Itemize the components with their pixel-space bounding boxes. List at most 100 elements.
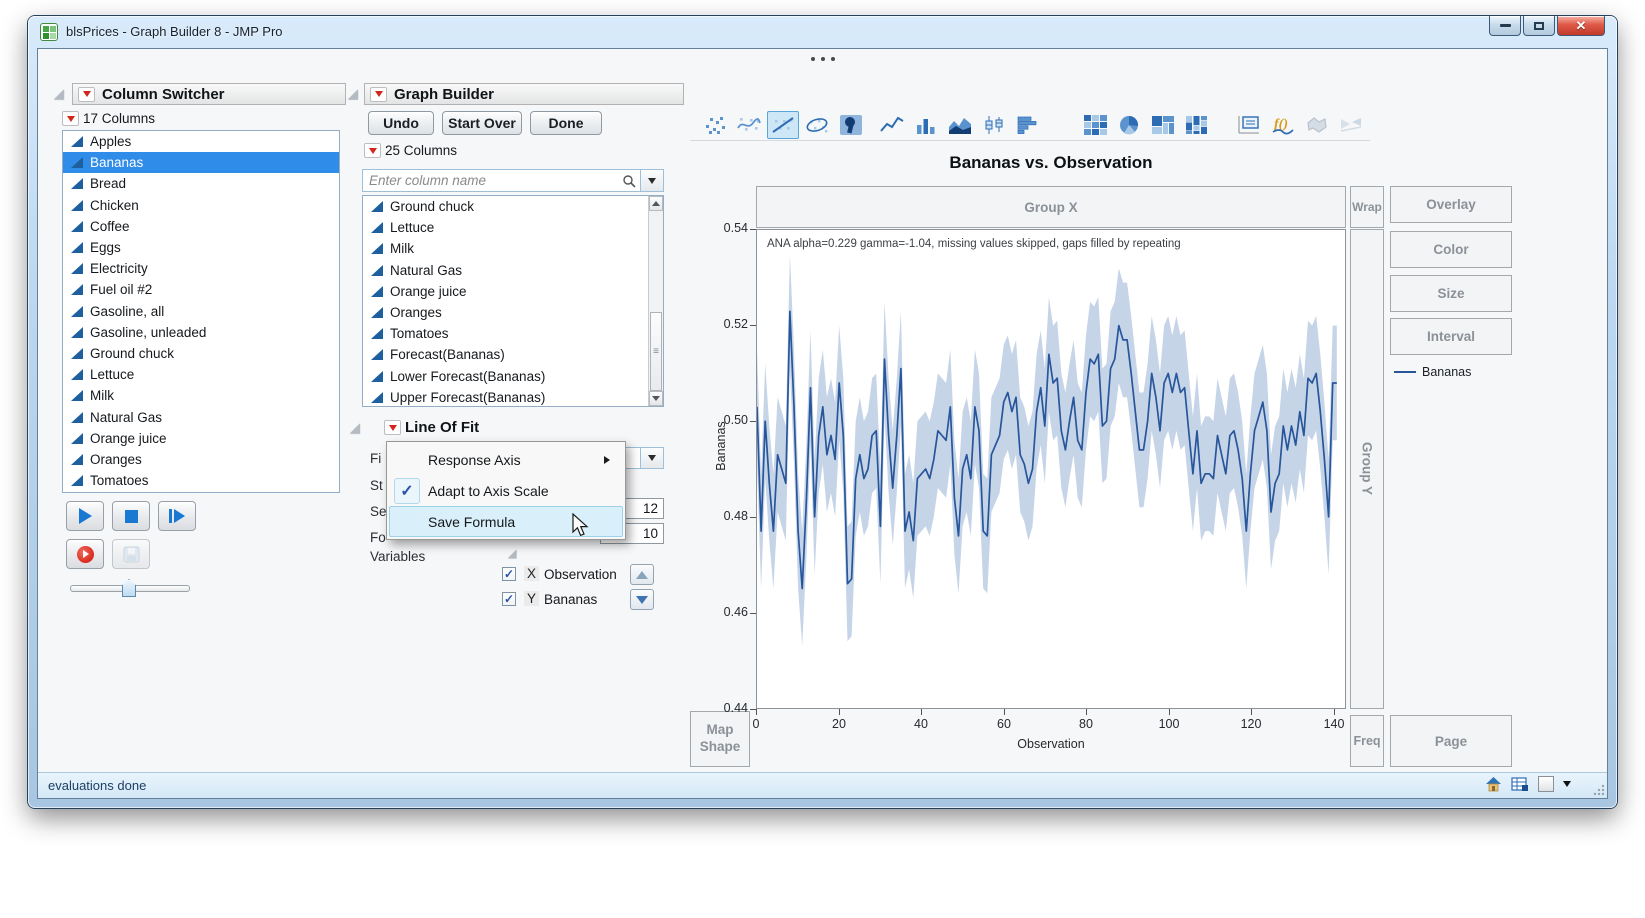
x-axis-tick-label[interactable]: 100 — [1159, 717, 1180, 731]
record-button[interactable] — [66, 539, 104, 569]
datatable-icon[interactable] — [1511, 777, 1529, 792]
list-item[interactable]: Natural Gas — [363, 260, 663, 281]
heatmap-icon[interactable] — [1079, 111, 1111, 139]
list-item[interactable]: Ground chuck — [63, 343, 339, 364]
step-button[interactable] — [158, 501, 196, 531]
status-dropdown-arrow[interactable] — [1563, 781, 1571, 787]
drop-zone-size[interactable]: Size — [1390, 275, 1512, 312]
drop-zone-interval[interactable]: Interval — [1390, 318, 1512, 355]
box-plot-icon[interactable] — [978, 111, 1010, 139]
drop-zone-color[interactable]: Color — [1390, 231, 1512, 268]
x-axis-tick-label[interactable]: 40 — [914, 717, 928, 731]
smoother-icon[interactable] — [733, 111, 765, 139]
x-axis-tick-label[interactable]: 140 — [1324, 717, 1345, 731]
line-icon[interactable] — [876, 111, 908, 139]
y-axis-tick-label[interactable]: 0.44 — [710, 701, 748, 715]
list-item[interactable]: Electricity — [63, 258, 339, 279]
list-item[interactable]: Ground chuck — [363, 196, 663, 217]
contour-icon[interactable] — [835, 111, 867, 139]
list-item[interactable]: Milk — [63, 385, 339, 406]
slider-thumb[interactable] — [122, 579, 136, 597]
start-over-button[interactable]: Start Over — [442, 111, 522, 135]
x-axis-tick-label[interactable]: 120 — [1241, 717, 1262, 731]
drop-zone-group-y[interactable]: Group Y — [1350, 229, 1384, 709]
maximize-button[interactable] — [1523, 16, 1555, 36]
red-triangle-menu-icon[interactable] — [370, 87, 387, 102]
histogram-icon[interactable] — [1012, 111, 1044, 139]
treemap-icon[interactable] — [1147, 111, 1179, 139]
bar-icon[interactable] — [910, 111, 942, 139]
undo-button[interactable]: Undo — [368, 111, 434, 135]
red-triangle-menu-icon[interactable] — [364, 143, 381, 158]
map-shapes-icon[interactable] — [1301, 111, 1333, 139]
resize-grip[interactable] — [1592, 783, 1605, 796]
menu-item[interactable]: ✓Adapt to Axis Scale — [389, 475, 623, 506]
list-item[interactable]: Gasoline, all — [63, 301, 339, 322]
caption-box-icon[interactable] — [1233, 111, 1265, 139]
scatter-icon[interactable] — [699, 111, 731, 139]
list-item[interactable]: Lettuce — [363, 217, 663, 238]
scroll-up-icon[interactable] — [649, 196, 663, 211]
parallel-plot-icon[interactable] — [1335, 111, 1367, 139]
list-item[interactable]: Oranges — [63, 449, 339, 470]
formula-icon[interactable]: f() — [1267, 111, 1299, 139]
close-button[interactable]: ✕ — [1557, 16, 1605, 36]
list-item[interactable]: Lower Forecast(Bananas) — [363, 366, 663, 387]
variable-checkbox[interactable]: ✓ — [502, 567, 516, 581]
list-item[interactable]: Bread — [63, 173, 339, 194]
red-triangle-menu-icon[interactable] — [62, 111, 79, 126]
list-item[interactable]: Eggs — [63, 237, 339, 258]
scroll-down-icon[interactable] — [649, 391, 663, 406]
status-checkbox[interactable] — [1538, 776, 1554, 792]
list-item[interactable]: Upper Forecast(Bananas) — [363, 387, 663, 407]
home-icon[interactable] — [1485, 776, 1502, 792]
y-axis-tick-label[interactable]: 0.54 — [710, 221, 748, 235]
list-item[interactable]: Fuel oil #2 — [63, 279, 339, 300]
list-item[interactable]: Milk — [363, 238, 663, 259]
variable-checkbox[interactable]: ✓ — [502, 592, 516, 606]
x-axis-title[interactable]: Observation — [756, 737, 1346, 751]
drop-zone-map-shape[interactable]: Map Shape — [690, 711, 750, 767]
list-item[interactable]: Orange juice — [363, 281, 663, 302]
y-axis-tick-label[interactable]: 0.48 — [710, 509, 748, 523]
menu-item[interactable]: Response Axis — [389, 444, 623, 475]
list-item[interactable]: Tomatoes — [363, 323, 663, 344]
legend-label[interactable]: Bananas — [1422, 365, 1471, 379]
x-axis-tick-label[interactable]: 0 — [753, 717, 760, 731]
list-item[interactable]: Orange juice — [63, 428, 339, 449]
area-icon[interactable] — [944, 111, 976, 139]
list-item[interactable]: Bananas — [63, 152, 339, 173]
ellipse-icon[interactable] — [801, 111, 833, 139]
collapse-triangle-column-switcher[interactable]: ◢ — [54, 87, 64, 100]
move-up-button[interactable] — [630, 564, 654, 585]
y-axis-title[interactable]: Bananas — [714, 411, 728, 481]
collapse-triangle-variables[interactable]: ◢ — [508, 549, 516, 560]
column-filter-dropdown-button[interactable] — [640, 170, 663, 191]
list-item[interactable]: Gasoline, unleaded — [63, 322, 339, 343]
drop-zone-wrap[interactable]: Wrap — [1350, 186, 1384, 228]
column-list-scrollbar[interactable]: ≡ — [648, 196, 663, 406]
drop-zone-page[interactable]: Page — [1390, 715, 1512, 767]
move-down-button[interactable] — [630, 589, 654, 610]
list-item[interactable]: Apples — [63, 131, 339, 152]
list-item[interactable]: Tomatoes — [63, 470, 339, 491]
minimize-button[interactable] — [1489, 16, 1521, 36]
list-item[interactable]: Coffee — [63, 216, 339, 237]
stop-button[interactable] — [112, 501, 150, 531]
y-axis-tick-label[interactable]: 0.46 — [710, 605, 748, 619]
done-button[interactable]: Done — [530, 111, 602, 135]
search-input[interactable] — [363, 171, 622, 190]
pie-icon[interactable] — [1113, 111, 1145, 139]
drop-zone-overlay[interactable]: Overlay — [1390, 186, 1512, 223]
x-axis-tick-label[interactable]: 80 — [1079, 717, 1093, 731]
collapse-triangle-line-of-fit[interactable]: ◢ — [350, 421, 360, 434]
list-item[interactable]: Chicken — [63, 195, 339, 216]
list-item[interactable]: Oranges — [363, 302, 663, 323]
red-triangle-menu-icon[interactable] — [384, 420, 401, 435]
y-axis-tick-label[interactable]: 0.52 — [710, 317, 748, 331]
scrollbar-thumb[interactable]: ≡ — [650, 312, 662, 392]
line-of-fit-icon[interactable] — [767, 111, 799, 139]
list-item[interactable]: Lettuce — [63, 364, 339, 385]
x-axis-tick-label[interactable]: 20 — [832, 717, 846, 731]
list-item[interactable]: Forecast(Bananas) — [363, 344, 663, 365]
